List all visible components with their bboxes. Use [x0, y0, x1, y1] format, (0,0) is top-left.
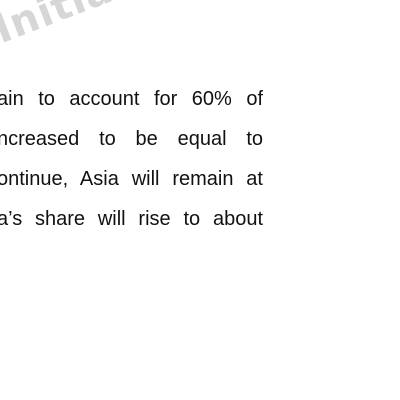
- paragraph-line: ontinue, Asia will remain at: [0, 168, 263, 190]
- watermark-text: Initiative: [0, 0, 203, 53]
- document-page: Initiative ain to account for 60% of ncr…: [0, 0, 400, 400]
- paragraph-line: a’s share will rise to about: [0, 208, 263, 230]
- paragraph-line: ncreased to be equal to: [0, 128, 263, 150]
- body-paragraph: ain to account for 60% of ncreased to be…: [0, 86, 263, 246]
- paragraph-line: ain to account for 60% of: [0, 88, 263, 110]
